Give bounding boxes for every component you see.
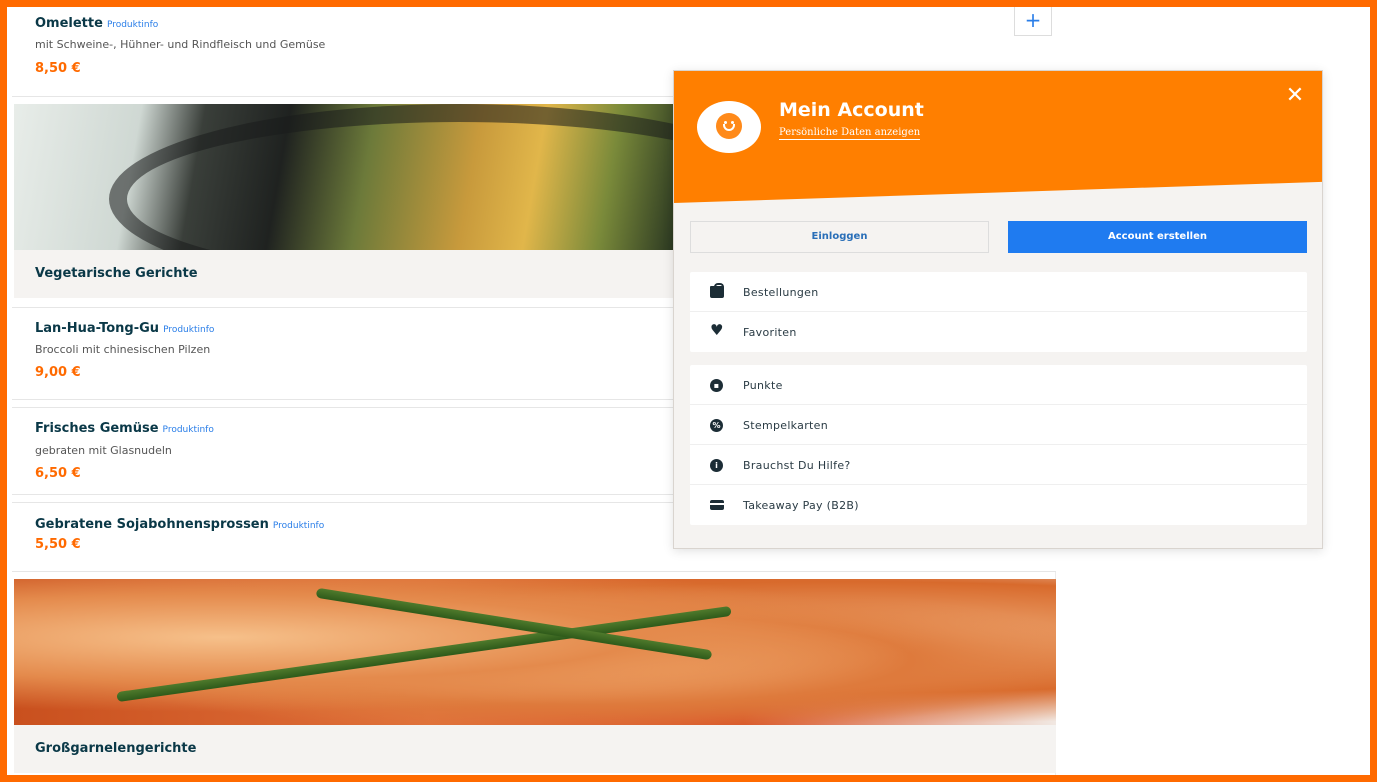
item-name: Frisches Gemüse Produktinfo — [35, 421, 214, 436]
account-menu-group-2: ▪ Punkte % Stempelkarten i Brauchst Du H… — [690, 365, 1307, 525]
item-description: Broccoli mit chinesischen Pilzen — [35, 343, 211, 356]
product-info-link[interactable]: Produktinfo — [107, 20, 158, 30]
product-info-link[interactable]: Produktinfo — [273, 521, 324, 531]
menu-item-stamp-cards[interactable]: % Stempelkarten — [690, 405, 1307, 445]
account-title: Mein Account — [779, 99, 924, 121]
create-account-button[interactable]: Account erstellen — [1008, 221, 1307, 253]
menu-item-favorites[interactable]: ♥ Favoriten — [690, 312, 1307, 352]
menu-item-takeaway-pay[interactable]: Takeaway Pay (B2B) — [690, 485, 1307, 525]
category-banner-shrimp: Großgarnelengerichte — [14, 579, 1056, 773]
heart-icon: ♥ — [710, 321, 724, 339]
item-title: Lan-Hua-Tong-Gu — [35, 321, 160, 336]
item-price: 6,50 € — [35, 466, 81, 481]
add-to-cart-button[interactable]: + — [1014, 6, 1052, 36]
personal-data-link[interactable]: Persönliche Daten anzeigen — [779, 127, 921, 140]
menu-item-label: Brauchst Du Hilfe? — [743, 459, 851, 472]
category-image-shrimp — [14, 579, 1056, 725]
close-icon[interactable]: ✕ — [1284, 85, 1306, 107]
account-header — [674, 71, 1322, 203]
menu-item-orders[interactable]: Bestellungen — [690, 272, 1307, 312]
item-description: mit Schweine-, Hühner- und Rindfleisch u… — [35, 38, 326, 51]
item-title: Frisches Gemüse — [35, 421, 159, 436]
percent-icon: % — [710, 419, 723, 432]
category-title: Großgarnelengerichte — [14, 725, 1056, 773]
menu-item-label: Punkte — [743, 379, 783, 392]
product-info-link[interactable]: Produktinfo — [163, 325, 214, 335]
item-title: Omelette — [35, 16, 103, 31]
shopping-bag-icon — [710, 283, 724, 298]
info-icon: i — [710, 459, 723, 472]
item-name: Lan-Hua-Tong-Gu Produktinfo — [35, 321, 214, 336]
menu-item-label: Stempelkarten — [743, 419, 828, 432]
card-icon — [710, 500, 724, 510]
avatar — [697, 101, 761, 153]
account-menu-group-1: Bestellungen ♥ Favoriten — [690, 272, 1307, 352]
item-price: 5,50 € — [35, 537, 81, 552]
login-button[interactable]: Einloggen — [690, 221, 989, 253]
smiley-icon — [716, 113, 742, 139]
menu-item-help[interactable]: i Brauchst Du Hilfe? — [690, 445, 1307, 485]
chive-decoration — [116, 605, 732, 703]
item-price: 9,00 € — [35, 365, 81, 380]
product-info-link[interactable]: Produktinfo — [163, 425, 214, 435]
item-description: gebraten mit Glasnudeln — [35, 444, 172, 457]
menu-item-label: Takeaway Pay (B2B) — [743, 499, 859, 512]
item-name: Gebratene Sojabohnensprossen Produktinfo — [35, 517, 324, 532]
account-panel: Mein Account Persönliche Daten anzeigen … — [673, 70, 1323, 549]
menu-item-label: Bestellungen — [743, 286, 819, 299]
menu-item-points[interactable]: ▪ Punkte — [690, 365, 1307, 405]
points-icon: ▪ — [710, 379, 723, 392]
item-price: 8,50 € — [35, 61, 81, 76]
menu-item-label: Favoriten — [743, 326, 797, 339]
item-name: Omelette Produktinfo — [35, 16, 158, 31]
item-title: Gebratene Sojabohnensprossen — [35, 517, 269, 532]
